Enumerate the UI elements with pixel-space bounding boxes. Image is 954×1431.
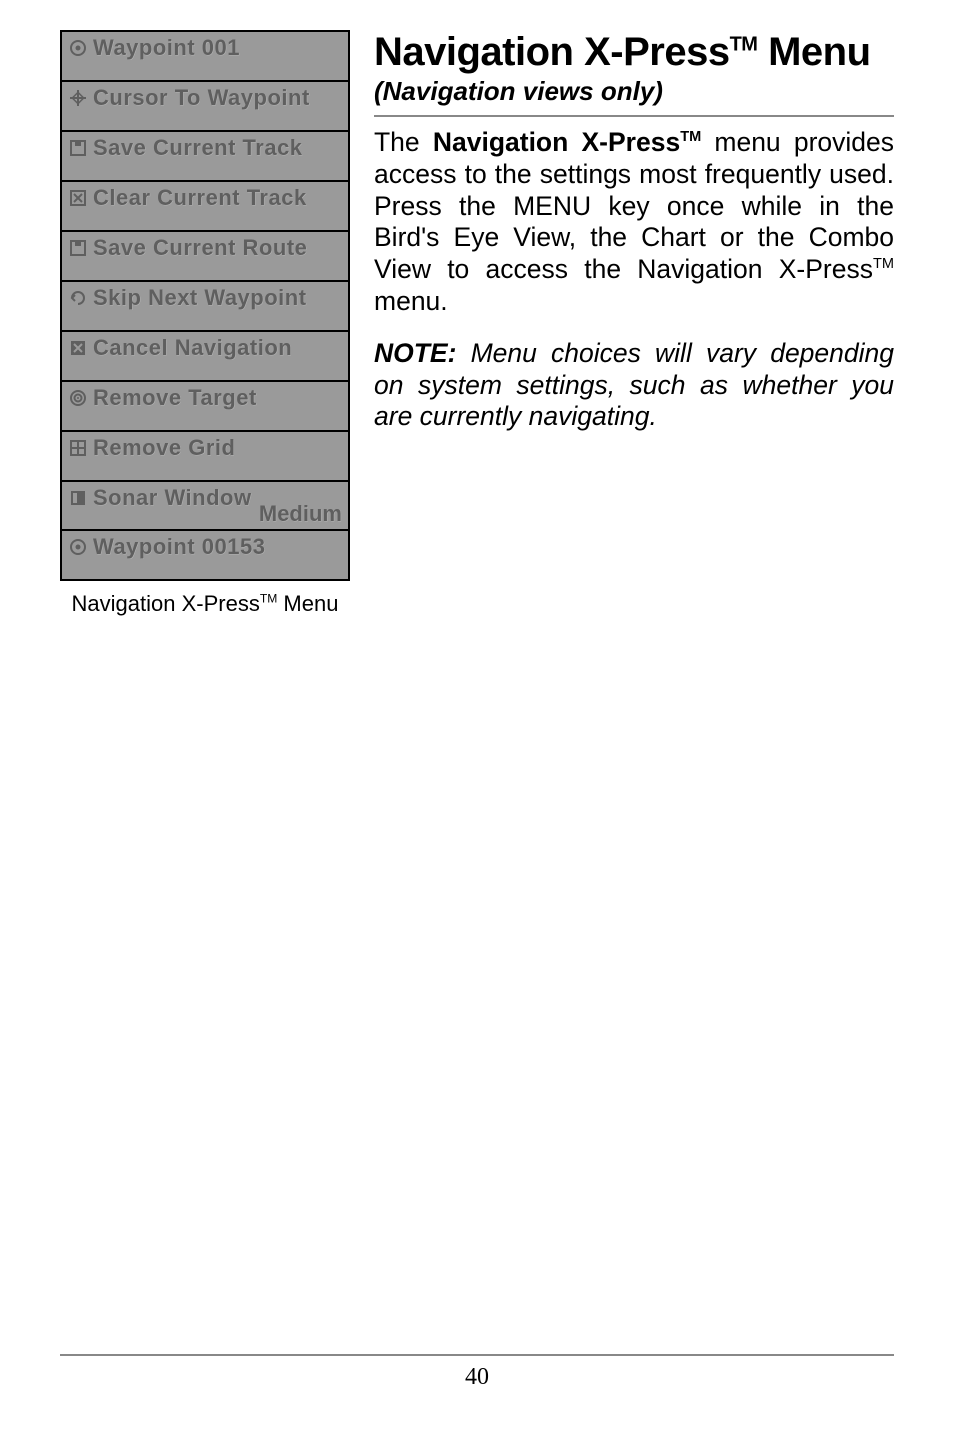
caption-suffix: Menu bbox=[277, 591, 338, 616]
menu-item-waypoint-001[interactable]: Waypoint 001 bbox=[62, 32, 348, 82]
para-bold-tm: TM bbox=[680, 129, 701, 145]
menu-label: Skip Next Waypoint bbox=[93, 286, 342, 309]
heading-suffix: Menu bbox=[757, 30, 870, 74]
page-number: 40 bbox=[465, 1364, 489, 1390]
waypoint-icon bbox=[68, 537, 88, 557]
heading-divider bbox=[374, 115, 894, 117]
menu-item-cursor-to-waypoint[interactable]: Cursor To Waypoint bbox=[62, 82, 348, 132]
menu-label: Remove Grid bbox=[93, 436, 342, 459]
note-label: NOTE: bbox=[374, 338, 456, 368]
menu-item-remove-grid[interactable]: Remove Grid bbox=[62, 432, 348, 482]
menu-label: Save Current Route bbox=[93, 236, 342, 259]
cancel-nav-icon bbox=[68, 338, 88, 358]
remove-grid-icon bbox=[68, 438, 88, 458]
clear-track-icon bbox=[68, 188, 88, 208]
menu-item-save-current-track[interactable]: Save Current Track bbox=[62, 132, 348, 182]
caption-prefix: Navigation X-Press bbox=[72, 591, 260, 616]
caption-tm: TM bbox=[260, 592, 277, 606]
para-pre: The bbox=[374, 127, 433, 157]
menu-label: Cancel Navigation bbox=[93, 336, 342, 359]
heading-prefix: Navigation X-Press bbox=[374, 30, 730, 74]
menu-item-save-current-route[interactable]: Save Current Route bbox=[62, 232, 348, 282]
menu-label: Save Current Track bbox=[93, 136, 342, 159]
page-footer: 40 bbox=[60, 1354, 894, 1391]
intro-paragraph: The Navigation X-PressTM menu provides a… bbox=[374, 127, 894, 318]
menu-label: Clear Current Track bbox=[93, 186, 342, 209]
save-track-icon bbox=[68, 138, 88, 158]
note-paragraph: NOTE: Menu choices will vary depending o… bbox=[374, 338, 894, 433]
skip-icon bbox=[68, 288, 88, 308]
page-heading: Navigation X-PressTM Menu bbox=[374, 30, 894, 74]
para-tail: menu. bbox=[374, 286, 448, 316]
heading-tm: TM bbox=[730, 34, 758, 56]
para-tm2: TM bbox=[873, 256, 894, 272]
menu-item-cancel-navigation[interactable]: Cancel Navigation bbox=[62, 332, 348, 382]
menu-item-waypoint-00153[interactable]: Waypoint 00153 bbox=[62, 529, 348, 579]
menu-item-clear-current-track[interactable]: Clear Current Track bbox=[62, 182, 348, 232]
remove-target-icon bbox=[68, 388, 88, 408]
menu-item-skip-next-waypoint[interactable]: Skip Next Waypoint bbox=[62, 282, 348, 332]
navigation-xpress-menu-panel: Waypoint 001 Cursor To Waypoint Save Cur… bbox=[60, 30, 350, 581]
save-route-icon bbox=[68, 238, 88, 258]
panel-caption: Navigation X-PressTM Menu bbox=[60, 591, 350, 617]
cursor-icon bbox=[68, 88, 88, 108]
para-bold: Navigation X-Press bbox=[433, 127, 680, 157]
menu-label: Cursor To Waypoint bbox=[93, 86, 342, 109]
menu-label: Remove Target bbox=[93, 386, 342, 409]
menu-item-remove-target[interactable]: Remove Target bbox=[62, 382, 348, 432]
menu-label: Waypoint 00153 bbox=[93, 535, 342, 558]
page-subheading: (Navigation views only) bbox=[374, 76, 894, 107]
menu-label: Waypoint 001 bbox=[93, 36, 342, 59]
sonar-window-icon bbox=[68, 488, 88, 508]
waypoint-icon bbox=[68, 38, 88, 58]
